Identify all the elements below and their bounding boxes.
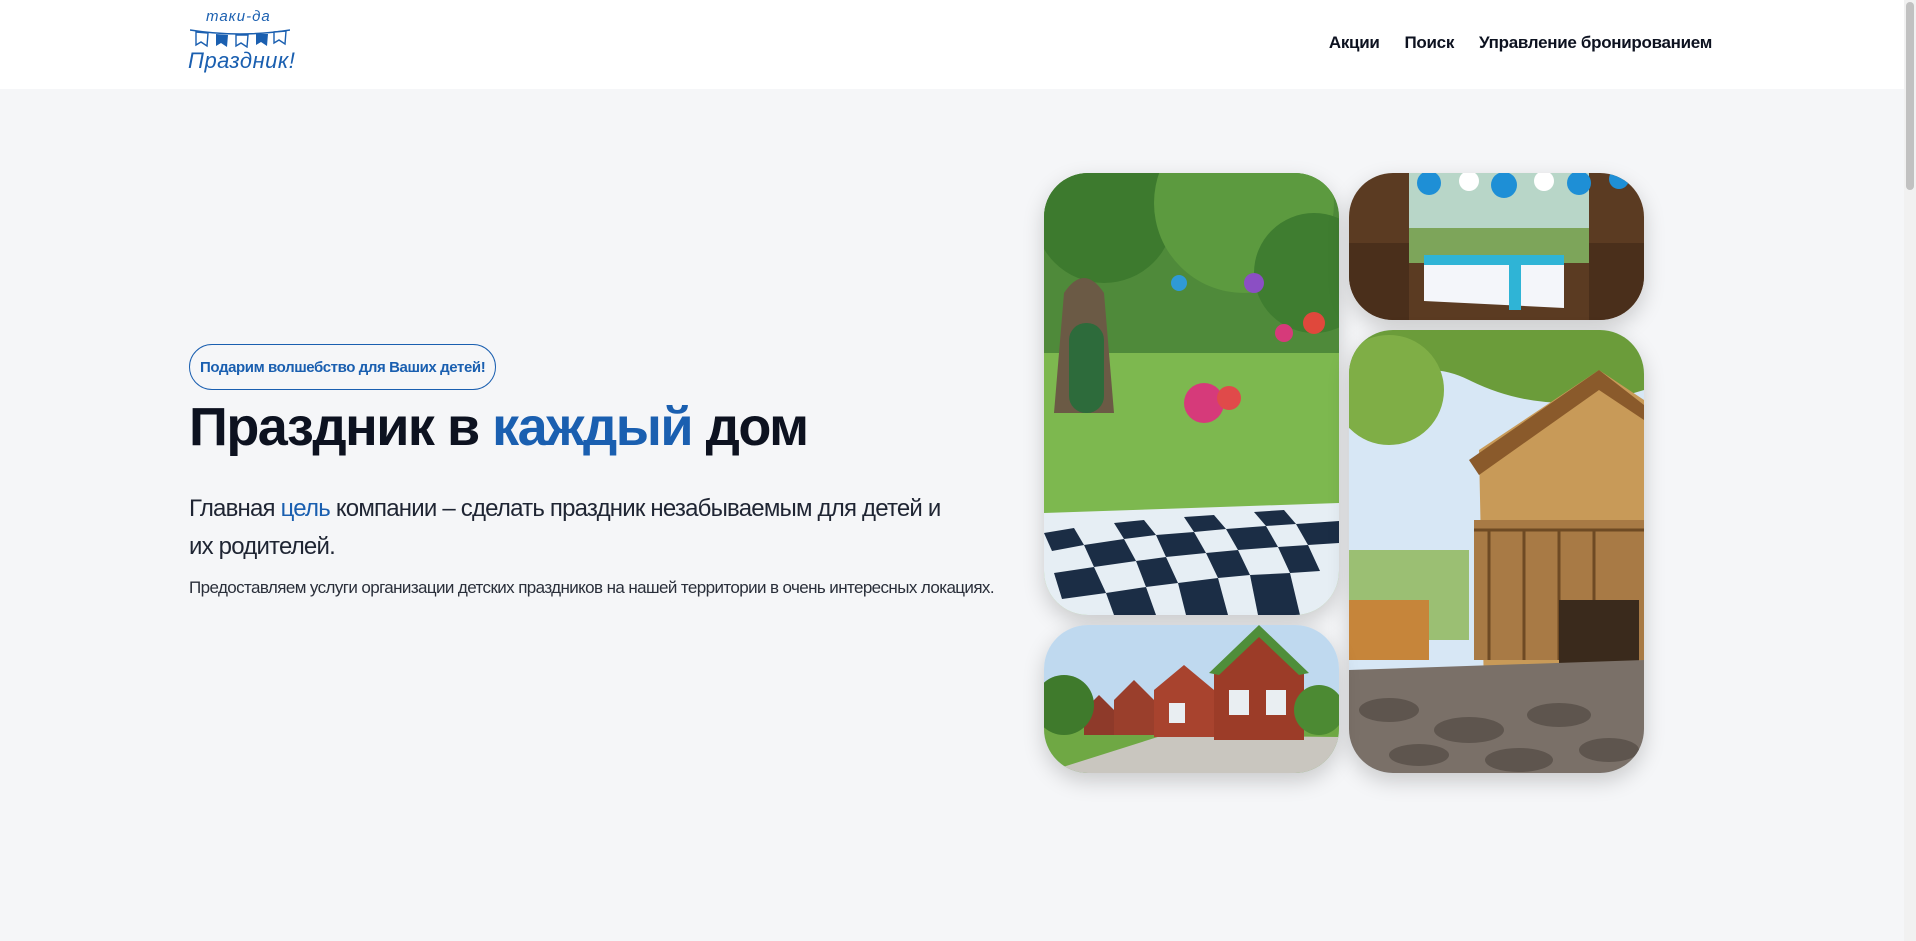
logo-bottom-text: Праздник! xyxy=(188,48,296,73)
hero-badge: Подарим волшебство для Ваших детей! xyxy=(189,344,497,390)
hero-lead-part1: Главная xyxy=(189,495,281,522)
hero-lead: Главная цель компании – сделать праздник… xyxy=(189,490,949,566)
scrollbar-thumb[interactable] xyxy=(1906,2,1914,190)
photo-fairy-garden xyxy=(1044,173,1339,615)
site-header: таки-да Праздник! Акции Поиск Управление… xyxy=(0,0,1904,89)
main-nav: Акции Поиск Управление бронированием xyxy=(1329,33,1712,53)
nav-item-promotions[interactable]: Акции xyxy=(1329,33,1380,53)
hero-subtext: Предоставляем услуги организации детских… xyxy=(189,578,995,597)
logo[interactable]: таки-да Праздник! xyxy=(186,8,296,74)
hero-title-accent: каждый xyxy=(492,397,693,457)
hero-title-part1: Праздник в xyxy=(189,397,493,457)
bunting-flags-icon xyxy=(190,29,290,48)
logo-top-text: таки-да xyxy=(206,8,271,25)
photo-red-houses xyxy=(1044,625,1339,773)
nav-item-manage-booking[interactable]: Управление бронированием xyxy=(1479,33,1712,53)
hero-lead-accent: цель xyxy=(280,495,331,522)
hero-title-part2: дом xyxy=(692,397,809,457)
page-scrollbar[interactable] xyxy=(1904,0,1916,941)
photo-wooden-cabin xyxy=(1349,330,1644,773)
hero-title: Праздник в каждый дом xyxy=(189,396,809,458)
nav-item-search[interactable]: Поиск xyxy=(1405,33,1455,53)
photo-veranda-table xyxy=(1349,173,1644,320)
